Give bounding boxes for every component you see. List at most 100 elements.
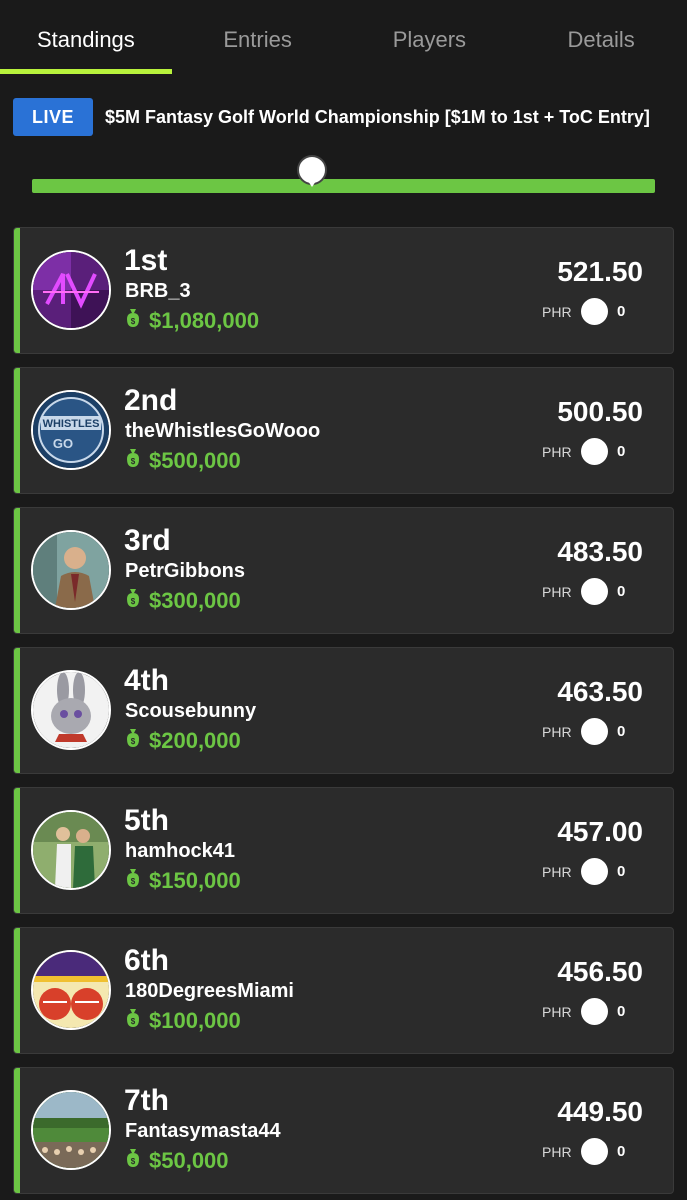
contest-title[interactable]: $5M Fantasy Golf World Championship [$1M… <box>105 107 650 128</box>
fantasy-score: 456.50 <box>557 956 643 987</box>
prize-amount: $ $300,000 <box>125 588 241 614</box>
money-bag-icon: $ <box>125 308 141 334</box>
fantasy-score: 449.50 <box>557 1096 643 1127</box>
avatar <box>31 810 111 890</box>
tab-standings[interactable]: Standings <box>0 0 172 74</box>
svg-text:$: $ <box>131 737 136 746</box>
money-bag-icon: $ <box>125 728 141 754</box>
phr-label: PHR <box>542 444 572 460</box>
phr-indicator <box>581 858 608 885</box>
card-accent-bar <box>14 508 20 633</box>
prize-amount: $ $200,000 <box>125 728 241 754</box>
tab-players[interactable]: Players <box>344 0 516 74</box>
tab-label: Details <box>567 27 635 52</box>
card-accent-bar <box>14 788 20 913</box>
fantasy-score: 500.50 <box>557 396 643 427</box>
card-accent-bar <box>14 928 20 1053</box>
prize-value: $300,000 <box>149 588 241 613</box>
money-bag-icon: $ <box>125 588 141 614</box>
svg-text:WHISTLES: WHISTLES <box>43 418 100 430</box>
svg-text:$: $ <box>131 457 136 466</box>
money-bag-icon: $ <box>125 868 141 894</box>
phr-indicator <box>581 718 608 745</box>
tab-label: Players <box>392 27 467 52</box>
username: theWhistlesGoWooo <box>125 420 321 442</box>
phr-label: PHR <box>542 1004 572 1020</box>
fantasy-score: 521.50 <box>557 256 643 287</box>
username: hamhock41 <box>125 840 236 862</box>
phr-label: PHR <box>542 864 572 880</box>
tab-label: Entries <box>223 27 292 52</box>
standing-card[interactable]: WHISTLES GO 2nd theWhistlesGoWooo $ $500… <box>13 367 674 494</box>
standing-card[interactable]: 1st BRB_3 $ $1,080,000 521.50 PHR 0 <box>13 227 674 354</box>
phr-label: PHR <box>542 724 572 740</box>
standing-card[interactable]: 7th Fantasymasta44 $ $50,000 449.50 PHR … <box>13 1067 674 1194</box>
phr-indicator <box>581 438 608 465</box>
fantasy-score: 483.50 <box>557 536 643 567</box>
standing-card[interactable]: 4th Scousebunny $ $200,000 463.50 PHR 0 <box>13 647 674 774</box>
phr-indicator <box>581 1138 608 1165</box>
username: Scousebunny <box>125 700 257 722</box>
card-accent-bar <box>14 1068 20 1193</box>
prize-value: $1,080,000 <box>149 308 260 333</box>
phr-indicator <box>581 578 608 605</box>
live-badge: LIVE <box>13 98 93 136</box>
phr-value: 0 <box>617 583 626 600</box>
svg-text:$: $ <box>131 597 136 606</box>
avatar <box>31 530 111 610</box>
phr-value: 0 <box>617 443 626 460</box>
prize-value: $50,000 <box>149 1148 229 1173</box>
phr-indicator <box>581 998 608 1025</box>
svg-text:GO: GO <box>53 436 73 451</box>
fantasy-score: 457.00 <box>557 816 643 847</box>
username: PetrGibbons <box>125 560 246 582</box>
rank-label: 6th <box>124 944 169 977</box>
phr-indicator <box>581 298 608 325</box>
avatar: WHISTLES GO <box>31 390 111 470</box>
prize-amount: $ $100,000 <box>125 1008 241 1034</box>
prize-amount: $ $50,000 <box>125 1148 229 1174</box>
fantasy-score: 463.50 <box>557 676 643 707</box>
progress-marker <box>297 155 327 187</box>
svg-text:$: $ <box>131 1157 136 1166</box>
rank-label: 5th <box>124 804 169 837</box>
phr-value: 0 <box>617 723 626 740</box>
username: Fantasymasta44 <box>125 1120 281 1142</box>
tab-bar: Standings Entries Players Details <box>0 0 687 74</box>
svg-text:$: $ <box>131 1017 136 1026</box>
avatar <box>31 670 111 750</box>
username: BRB_3 <box>125 280 191 302</box>
prize-value: $150,000 <box>149 868 241 893</box>
card-accent-bar <box>14 368 20 493</box>
prize-value: $100,000 <box>149 1008 241 1033</box>
phr-label: PHR <box>542 584 572 600</box>
phr-value: 0 <box>617 863 626 880</box>
money-bag-icon: $ <box>125 448 141 474</box>
rank-label: 7th <box>124 1084 169 1117</box>
rank-label: 4th <box>124 664 169 697</box>
prize-amount: $ $150,000 <box>125 868 241 894</box>
card-accent-bar <box>14 228 20 353</box>
standing-card[interactable]: 6th 180DegreesMiami $ $100,000 456.50 PH… <box>13 927 674 1054</box>
tab-entries[interactable]: Entries <box>172 0 344 74</box>
phr-value: 0 <box>617 303 626 320</box>
tab-details[interactable]: Details <box>515 0 687 74</box>
card-accent-bar <box>14 648 20 773</box>
prize-value: $200,000 <box>149 728 241 753</box>
standing-card[interactable]: 5th hamhock41 $ $150,000 457.00 PHR 0 <box>13 787 674 914</box>
svg-text:$: $ <box>131 877 136 886</box>
phr-label: PHR <box>542 304 572 320</box>
avatar <box>31 950 111 1030</box>
username: 180DegreesMiami <box>125 980 294 1002</box>
money-bag-icon: $ <box>125 1008 141 1034</box>
tab-label: Standings <box>36 27 135 52</box>
phr-label: PHR <box>542 1144 572 1160</box>
money-bag-icon: $ <box>125 1148 141 1174</box>
avatar <box>31 1090 111 1170</box>
rank-label: 3rd <box>124 524 171 557</box>
phr-value: 0 <box>617 1143 626 1160</box>
standing-card[interactable]: 3rd PetrGibbons $ $300,000 483.50 PHR 0 <box>13 507 674 634</box>
prize-amount: $ $1,080,000 <box>125 308 259 334</box>
svg-text:$: $ <box>131 317 136 326</box>
contest-header: LIVE $5M Fantasy Golf World Championship… <box>0 98 687 136</box>
